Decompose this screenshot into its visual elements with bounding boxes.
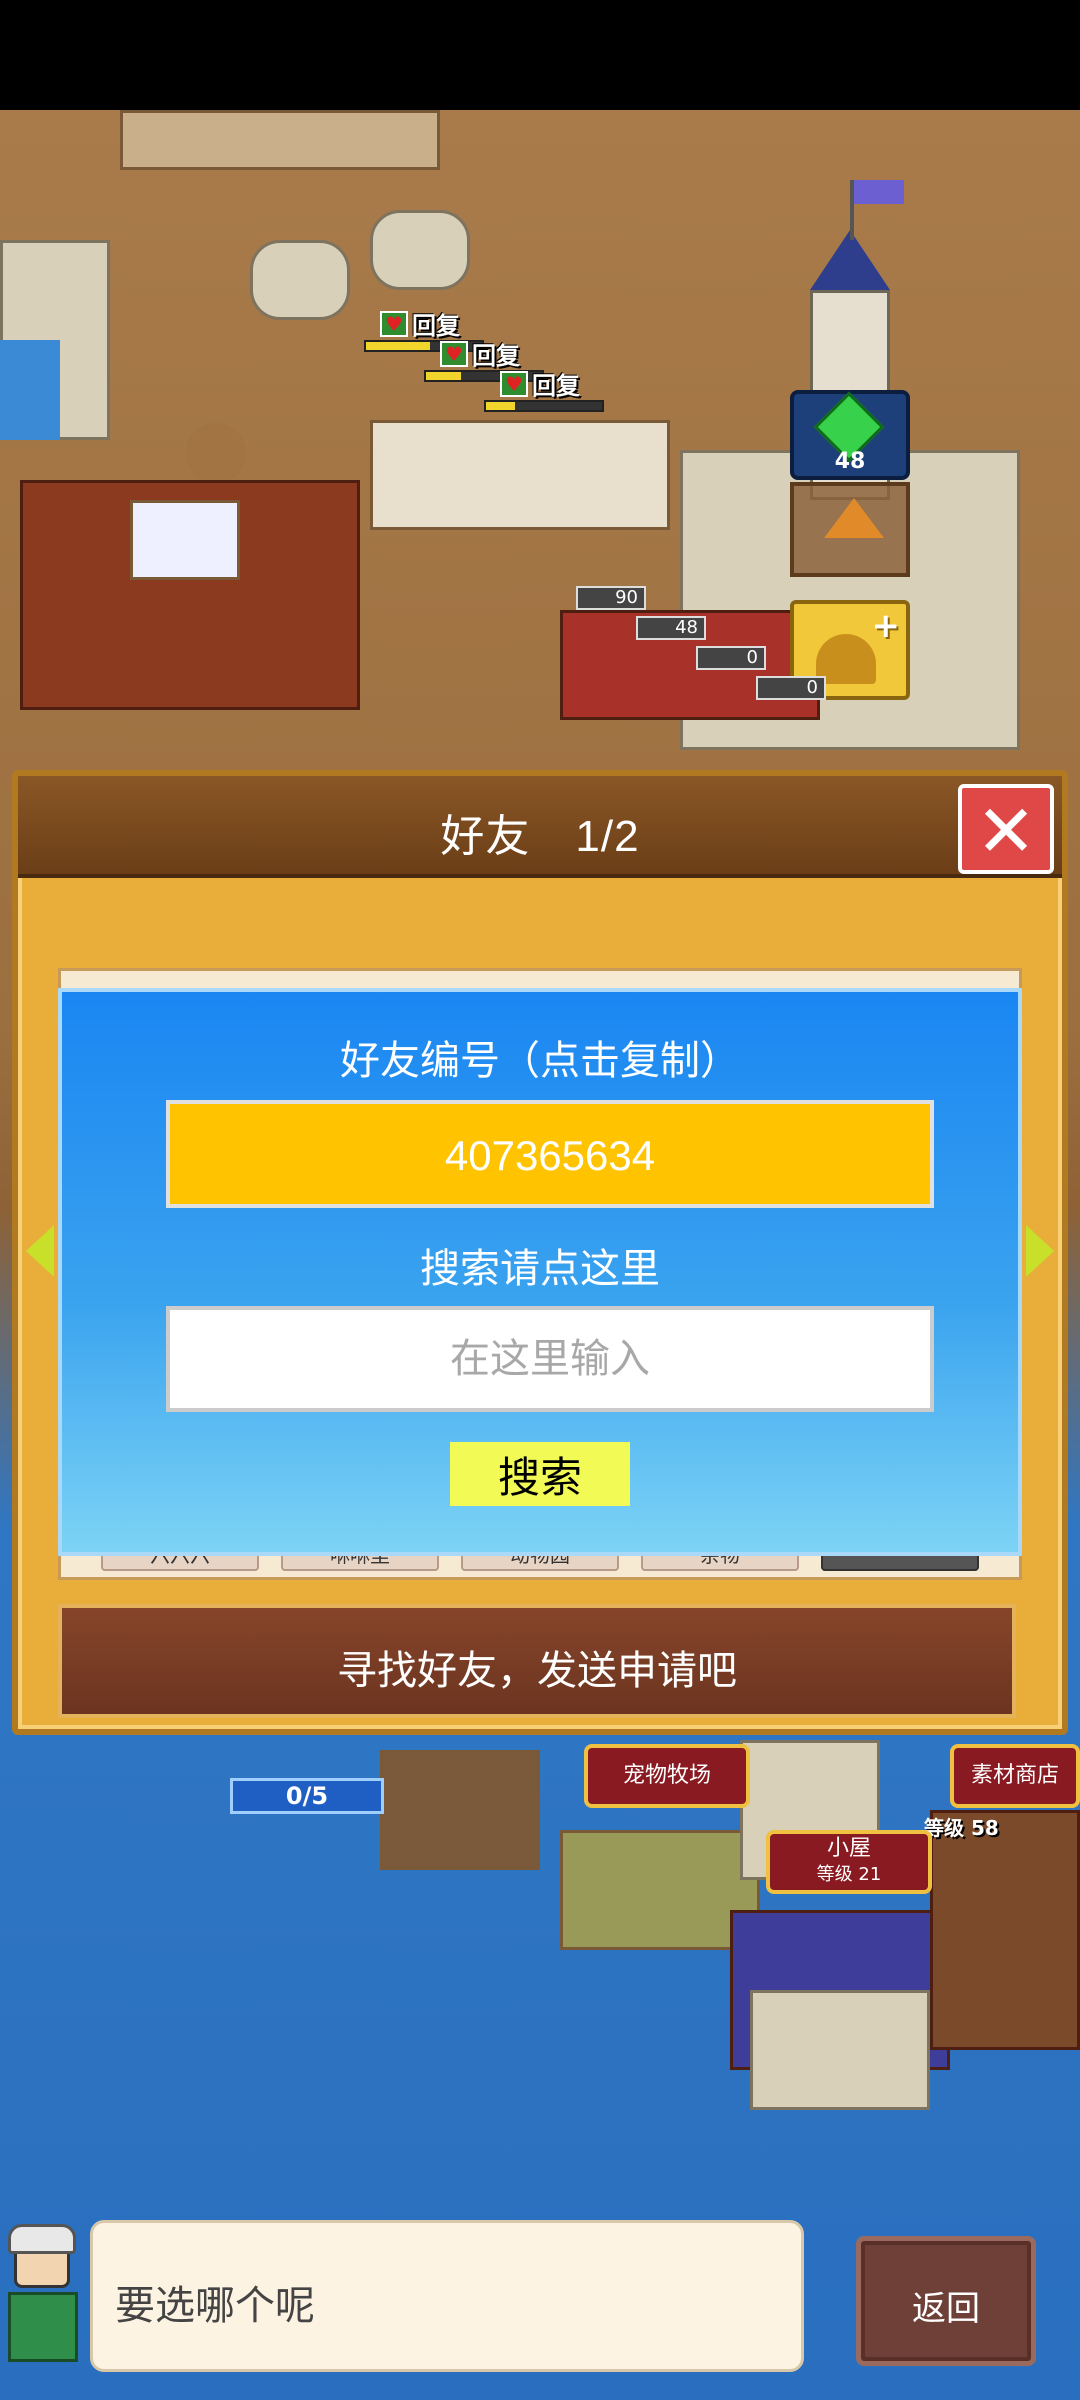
search-hint: 搜索请点这里 <box>420 1247 660 1291</box>
npc-body <box>8 2292 78 2362</box>
dialog-header: 好友 1/2 ✕ <box>18 776 1062 878</box>
beds-row <box>370 420 670 530</box>
fountain-2 <box>370 210 470 290</box>
friend-id-label: 好友编号（点击复制） <box>340 1039 740 1083</box>
pool <box>0 340 60 440</box>
pet-ranch-sign[interactable]: 宠物牧场 <box>584 1744 750 1808</box>
close-icon: ✕ <box>975 789 1037 873</box>
gem-count: 48 <box>834 449 866 474</box>
heart-icon: ♥ <box>440 340 468 367</box>
close-button[interactable]: ✕ <box>958 784 1054 874</box>
fountain-1 <box>250 240 350 320</box>
prev-page-arrow-icon[interactable] <box>26 1225 54 1277</box>
counter-chip: 48 <box>636 616 706 640</box>
search-button[interactable]: 搜索 <box>450 1442 630 1506</box>
cabin-sign-level: 等级 21 <box>816 1864 882 1885</box>
plus-icon: + <box>871 606 901 646</box>
speech-bubble: 要选哪个呢 <box>90 2220 804 2372</box>
recover-text: 回复 <box>532 372 580 400</box>
speech-text: 要选哪个呢 <box>115 2284 315 2328</box>
search-panel: 好友编号（点击复制） 407365634 搜索请点这里 搜索 <box>58 988 1022 1556</box>
counter-chip: 0 <box>696 646 766 670</box>
counter-chip: 0 <box>756 676 826 700</box>
material-shop-building <box>930 1810 1080 2050</box>
heart-icon: ♥ <box>380 310 408 337</box>
friend-search-input[interactable] <box>166 1306 934 1412</box>
gem-badge[interactable]: 48 <box>790 390 910 480</box>
npc-avatar <box>0 2224 90 2374</box>
back-button-label: 返回 <box>912 2290 980 2328</box>
cabin-sign-name: 小屋 <box>826 1836 871 1861</box>
find-friends-text: 寻找好友，发送申请吧 <box>337 1649 737 1693</box>
heart-icon: ♥ <box>500 370 528 397</box>
npc-hair <box>8 2224 76 2254</box>
progress-badge: 0/5 <box>230 1778 384 1814</box>
upgrade-button[interactable] <box>790 482 910 577</box>
counter-chip: 90 <box>576 586 646 610</box>
back-button[interactable]: 返回 <box>856 2236 1036 2366</box>
status-bar <box>0 0 1080 110</box>
find-friends-button[interactable]: 寻找好友，发送申请吧 <box>58 1604 1016 1718</box>
friend-id-value: 407365634 <box>444 1132 656 1179</box>
friend-id-copy-button[interactable]: 407365634 <box>166 1100 934 1208</box>
stall <box>380 1750 540 1870</box>
upgrade-arrow-icon <box>824 498 884 538</box>
flag <box>854 180 904 204</box>
building-roof <box>120 110 440 170</box>
dialog-title: 好友 1/2 <box>440 812 640 861</box>
recover-label-3: ♥ 回复 <box>500 366 580 401</box>
cabin-sign[interactable]: 小屋 等级 21 <box>766 1830 932 1894</box>
cabin <box>750 1990 930 2110</box>
material-shop-sign[interactable]: 素材商店 <box>950 1744 1080 1808</box>
bed <box>130 500 240 580</box>
shop-level: 等级 58 <box>924 1816 999 1840</box>
next-page-arrow-icon[interactable] <box>1026 1225 1054 1277</box>
recover-bar-3 <box>484 400 604 412</box>
